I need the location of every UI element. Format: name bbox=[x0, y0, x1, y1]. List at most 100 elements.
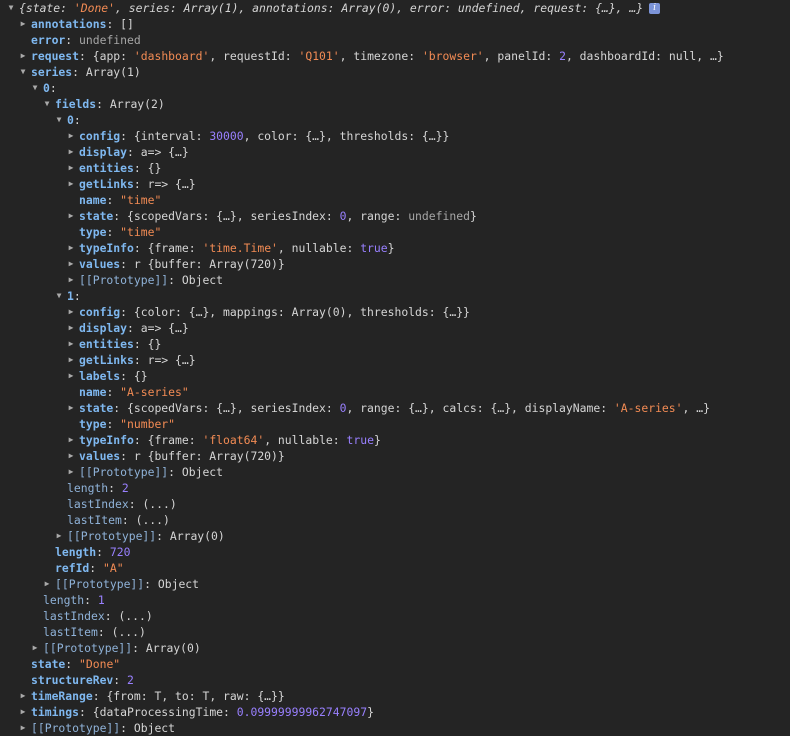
collapsed-triangle-icon[interactable]: ▶ bbox=[54, 528, 64, 544]
property-value: {scopedVars: {…}, seriesIndex: bbox=[127, 209, 340, 223]
property-value: , panelId: bbox=[483, 49, 560, 63]
collapsed-triangle-icon[interactable]: ▶ bbox=[66, 272, 76, 288]
tree-row[interactable]: ▶ [[Prototype]]: Array(0) bbox=[0, 528, 790, 544]
property-key: entities bbox=[79, 337, 134, 351]
property-key: request bbox=[31, 49, 80, 63]
property-key: getLinks bbox=[79, 177, 134, 191]
property-value: 'Q101' bbox=[298, 49, 340, 63]
console-object-tree: ▼ {state: 'Done', series: Array(1), annot… bbox=[0, 0, 790, 736]
tree-row[interactable]: ▶ values: r {buffer: Array(720)} bbox=[0, 256, 790, 272]
property-key: series bbox=[31, 65, 73, 79]
property-value: , nullable: bbox=[277, 241, 361, 255]
collapsed-triangle-icon[interactable]: ▶ bbox=[66, 128, 76, 144]
property-value: undefined bbox=[79, 33, 141, 47]
tree-row: lastItem: (...) bbox=[67, 513, 170, 527]
tree-row[interactable]: ▶ timeRange: {from: T, to: T, raw: {…}} bbox=[0, 688, 790, 704]
property-value: (...) bbox=[135, 513, 170, 527]
collapsed-triangle-icon[interactable]: ▶ bbox=[66, 240, 76, 256]
property-value: 0.09999999962747097 bbox=[236, 705, 368, 719]
expanded-triangle-icon[interactable]: ▼ bbox=[18, 64, 28, 80]
property-value: 1 bbox=[97, 593, 105, 607]
collapsed-triangle-icon[interactable]: ▶ bbox=[66, 320, 76, 336]
collapsed-triangle-icon[interactable]: ▶ bbox=[18, 16, 28, 32]
tree-row[interactable]: ▶ display: a=> {…} bbox=[0, 320, 790, 336]
collapsed-triangle-icon[interactable]: ▶ bbox=[66, 464, 76, 480]
tree-row[interactable]: ▼ {state: 'Done', series: Array(1), annot… bbox=[0, 0, 790, 16]
tree-row[interactable]: ▶ timings: {dataProcessingTime: 0.0999999… bbox=[0, 704, 790, 720]
collapsed-triangle-icon[interactable]: ▶ bbox=[66, 400, 76, 416]
property-value: "A" bbox=[103, 561, 124, 575]
tree-row[interactable]: ▶ getLinks: r=> {…} bbox=[0, 352, 790, 368]
tree-row[interactable]: ▶ entities: {} bbox=[0, 336, 790, 352]
expanded-triangle-icon[interactable]: ▼ bbox=[54, 288, 64, 304]
collapsed-triangle-icon[interactable]: ▶ bbox=[66, 304, 76, 320]
tree-row[interactable]: ▶ typeInfo: {frame: 'time.Time', nullable… bbox=[0, 240, 790, 256]
collapsed-triangle-icon[interactable]: ▶ bbox=[66, 176, 76, 192]
tree-row[interactable]: ▶ request: {app: 'dashboard', requestId: … bbox=[0, 48, 790, 64]
tree-row[interactable]: ▼ 0: bbox=[0, 112, 790, 128]
tree-row[interactable]: ▶ entities: {} bbox=[0, 160, 790, 176]
collapsed-triangle-icon[interactable]: ▶ bbox=[66, 160, 76, 176]
property-value: , series: Array(1), annotations: Array(0… bbox=[115, 1, 644, 15]
collapsed-triangle-icon[interactable]: ▶ bbox=[66, 352, 76, 368]
expanded-triangle-icon[interactable]: ▼ bbox=[30, 80, 40, 96]
property-key: values bbox=[79, 257, 121, 271]
property-key: config bbox=[79, 305, 121, 319]
tree-row: lastItem: (...) bbox=[43, 625, 146, 639]
tree-row: error: undefined bbox=[31, 33, 141, 47]
tree-row[interactable]: ▶ display: a=> {…} bbox=[0, 144, 790, 160]
tree-row[interactable]: ▶ [[Prototype]]: Array(0) bbox=[0, 640, 790, 656]
tree-row[interactable]: ▶ state: {scopedVars: {…}, seriesIndex: 0… bbox=[0, 400, 790, 416]
tree-row[interactable]: ▶ labels: {} bbox=[0, 368, 790, 384]
tree-row[interactable]: ▶ [[Prototype]]: Object bbox=[0, 576, 790, 592]
info-icon[interactable]: i bbox=[649, 3, 661, 14]
collapsed-triangle-icon[interactable]: ▶ bbox=[18, 48, 28, 64]
property-value: 2 bbox=[559, 49, 566, 63]
collapsed-triangle-icon[interactable]: ▶ bbox=[42, 576, 52, 592]
collapsed-triangle-icon[interactable]: ▶ bbox=[30, 640, 40, 656]
tree-row[interactable]: ▼ 1: bbox=[0, 288, 790, 304]
tree-row: refId: "A" bbox=[55, 561, 124, 575]
collapsed-triangle-icon[interactable]: ▶ bbox=[66, 256, 76, 272]
tree-row[interactable]: ▼ series: Array(1) bbox=[0, 64, 790, 80]
property-value: , range: {…}, calcs: {…}, displayName: bbox=[346, 401, 614, 415]
collapsed-triangle-icon[interactable]: ▶ bbox=[66, 336, 76, 352]
tree-row[interactable]: ▶ getLinks: r=> {…} bbox=[0, 176, 790, 192]
property-key: type bbox=[79, 417, 107, 431]
tree-row[interactable]: ▶ [[Prototype]]: Object bbox=[0, 272, 790, 288]
property-value: (...) bbox=[111, 625, 146, 639]
tree-row[interactable]: ▼ 0: bbox=[0, 80, 790, 96]
tree-row[interactable]: ▶ typeInfo: {frame: 'float64', nullable: … bbox=[0, 432, 790, 448]
tree-row[interactable]: ▶ config: {color: {…}, mappings: Array(0)… bbox=[0, 304, 790, 320]
property-value: 2 bbox=[121, 481, 129, 495]
property-value: 2 bbox=[127, 673, 134, 687]
collapsed-triangle-icon[interactable]: ▶ bbox=[66, 208, 76, 224]
collapsed-triangle-icon[interactable]: ▶ bbox=[66, 448, 76, 464]
property-key: config bbox=[79, 129, 121, 143]
property-value: {frame: bbox=[147, 433, 203, 447]
tree-row[interactable]: ▶ [[Prototype]]: Object bbox=[0, 720, 790, 736]
tree-row[interactable]: ▶ values: r {buffer: Array(720)} bbox=[0, 448, 790, 464]
property-value: { bbox=[19, 1, 26, 15]
tree-row[interactable]: ▶ state: {scopedVars: {…}, seriesIndex: 0… bbox=[0, 208, 790, 224]
collapsed-triangle-icon[interactable]: ▶ bbox=[18, 688, 28, 704]
collapsed-triangle-icon[interactable]: ▶ bbox=[66, 144, 76, 160]
collapsed-triangle-icon[interactable]: ▶ bbox=[66, 432, 76, 448]
expanded-triangle-icon[interactable]: ▼ bbox=[42, 96, 52, 112]
expanded-triangle-icon[interactable]: ▼ bbox=[54, 112, 64, 128]
property-value: "time" bbox=[120, 225, 162, 239]
tree-row[interactable]: ▶ annotations: [] bbox=[0, 16, 790, 32]
property-key: state bbox=[79, 401, 114, 415]
collapsed-triangle-icon[interactable]: ▶ bbox=[66, 368, 76, 384]
tree-row[interactable]: ▼ fields: Array(2) bbox=[0, 96, 790, 112]
tree-row: lastIndex: (...) bbox=[67, 497, 177, 511]
property-value: } bbox=[387, 241, 395, 255]
tree-row: state: "Done" bbox=[31, 657, 121, 671]
collapsed-triangle-icon[interactable]: ▶ bbox=[18, 704, 28, 720]
tree-row[interactable]: ▶ config: {interval: 30000, color: {…}, t… bbox=[0, 128, 790, 144]
tree-row[interactable]: ▶ [[Prototype]]: Object bbox=[0, 464, 790, 480]
property-value: Object bbox=[157, 577, 200, 591]
collapsed-triangle-icon[interactable]: ▶ bbox=[18, 720, 28, 736]
expanded-triangle-icon[interactable]: ▼ bbox=[6, 0, 16, 16]
tree-row: structureRev: 2 bbox=[31, 673, 134, 687]
